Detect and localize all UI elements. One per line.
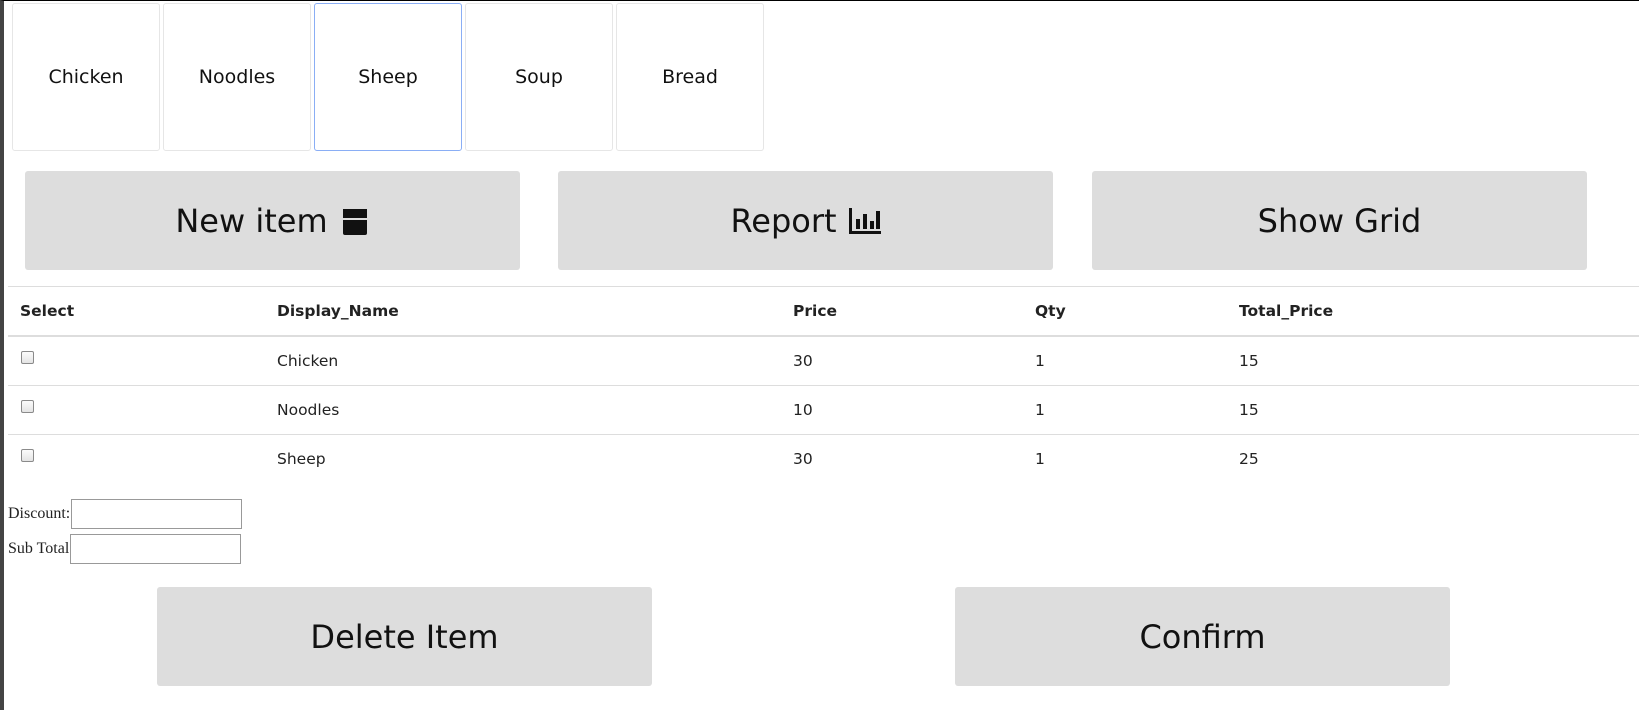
cell-display-name: Sheep bbox=[277, 450, 326, 468]
cell-qty: 1 bbox=[1035, 450, 1045, 468]
category-tab-sheep[interactable]: Sheep bbox=[314, 3, 462, 151]
subtotal-label: Sub Total bbox=[8, 540, 70, 557]
category-tabs: Chicken Noodles Sheep Soup Bread bbox=[12, 3, 764, 151]
cell-display-name: Noodles bbox=[277, 385, 793, 435]
select-checkbox[interactable] bbox=[21, 449, 34, 462]
subtotal-row: Sub Total bbox=[8, 534, 242, 564]
new-item-button[interactable]: New item bbox=[25, 171, 520, 270]
cell-display-name: Chicken bbox=[277, 336, 793, 386]
select-checkbox[interactable] bbox=[21, 400, 34, 413]
order-table: Select Display_Name Price Qty Total_Pric… bbox=[8, 286, 1639, 483]
delete-item-label: Delete Item bbox=[310, 617, 499, 656]
confirm-label: Confirm bbox=[1139, 617, 1266, 656]
category-tab-noodles[interactable]: Noodles bbox=[163, 3, 311, 151]
table-row: Chicken 30 1 15 bbox=[8, 336, 1639, 386]
discount-row: Discount: bbox=[8, 499, 243, 529]
table-row: Noodles 10 1 15 bbox=[8, 385, 1639, 435]
cell-qty: 1 bbox=[1035, 385, 1239, 435]
cell-total-price: 15 bbox=[1239, 385, 1639, 435]
header-price: Price bbox=[793, 286, 1035, 337]
cell-qty: 1 bbox=[1035, 336, 1239, 386]
report-label: Report bbox=[730, 201, 837, 240]
bar-chart-icon bbox=[848, 207, 881, 234]
delete-item-button[interactable]: Delete Item bbox=[157, 587, 652, 686]
header-display-name: Display_Name bbox=[277, 286, 793, 337]
table-header-row: Select Display_Name Price Qty Total_Pric… bbox=[8, 286, 1639, 337]
table-row: Sheep 30 1 25 bbox=[8, 435, 1639, 484]
show-grid-button[interactable]: Show Grid bbox=[1092, 171, 1587, 270]
header-total-price: Total_Price bbox=[1239, 286, 1639, 337]
cell-total-price: 25 bbox=[1239, 450, 1259, 468]
cell-price: 30 bbox=[793, 450, 813, 468]
category-tab-soup[interactable]: Soup bbox=[465, 3, 613, 151]
category-tab-chicken[interactable]: Chicken bbox=[12, 3, 160, 151]
confirm-button[interactable]: Confirm bbox=[955, 587, 1450, 686]
new-item-label: New item bbox=[175, 201, 328, 240]
show-grid-label: Show Grid bbox=[1257, 201, 1422, 240]
header-qty: Qty bbox=[1035, 286, 1239, 337]
box-icon bbox=[340, 206, 370, 236]
header-select: Select bbox=[8, 286, 277, 337]
discount-label: Discount: bbox=[8, 505, 71, 522]
cell-price: 10 bbox=[793, 385, 1035, 435]
cell-price: 30 bbox=[793, 336, 1035, 386]
cell-total-price: 15 bbox=[1239, 336, 1639, 386]
app-frame: Chicken Noodles Sheep Soup Bread New ite… bbox=[0, 0, 1639, 710]
report-button[interactable]: Report bbox=[558, 171, 1053, 270]
category-tab-bread[interactable]: Bread bbox=[616, 3, 764, 151]
select-checkbox[interactable] bbox=[21, 351, 34, 364]
discount-input[interactable] bbox=[71, 499, 243, 529]
subtotal-input[interactable] bbox=[70, 534, 242, 564]
